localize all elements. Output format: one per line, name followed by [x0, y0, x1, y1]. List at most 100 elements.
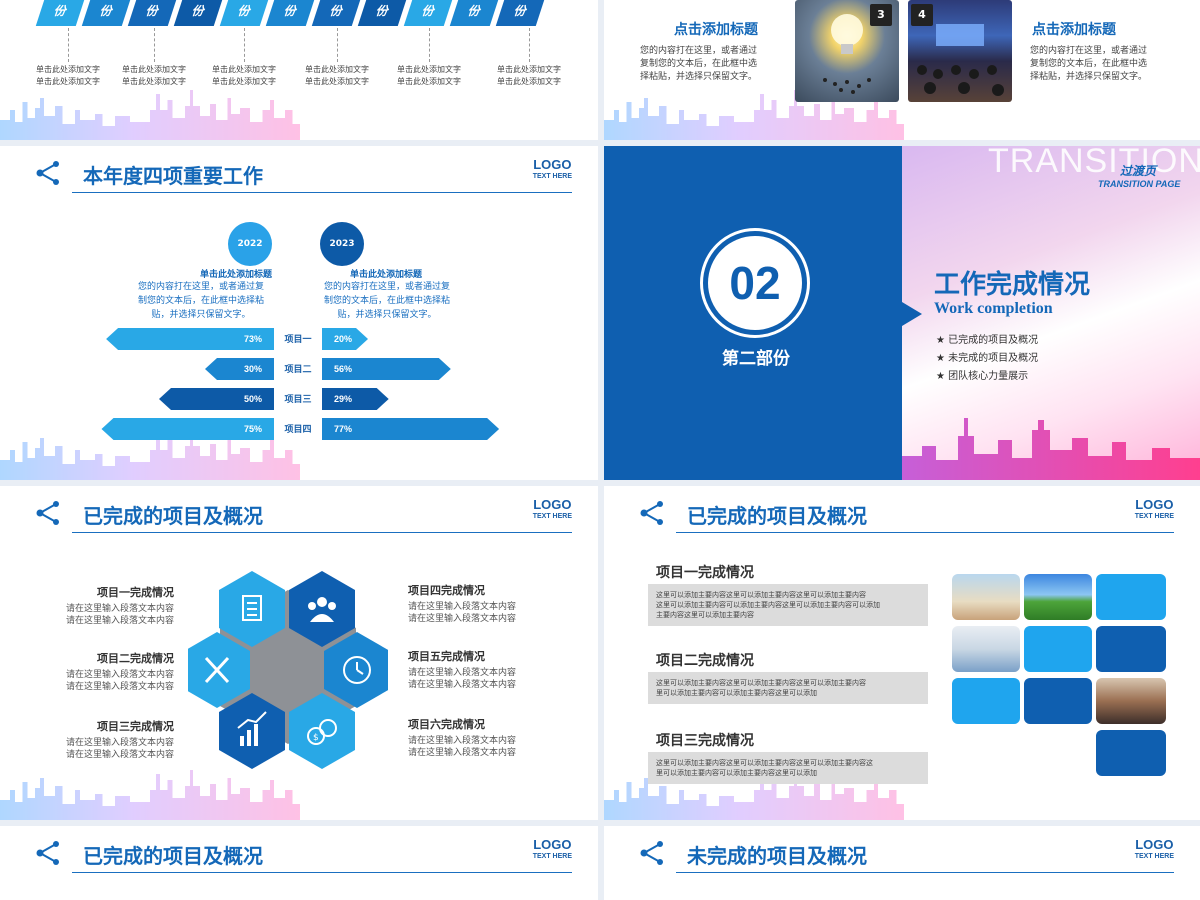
- body-line: 您的内容打在这里，或者通过复: [137, 282, 264, 292]
- item-line: 这里可以添加主要内容这里可以添加主要内容这里可以添加主要内容: [656, 679, 866, 687]
- item-title: 项目三完成情况: [97, 720, 174, 733]
- right-item-1: 项目四完成情况 请在这里输入段落文本内容 请在这里输入段落文本内容: [408, 582, 548, 625]
- section-title-cn: 工作完成情况: [934, 270, 1091, 300]
- item-1: 项目一完成情况 这里可以添加主要内容这里可以添加主要内容这里可以添加主要内容 这里可…: [648, 562, 928, 626]
- right-item-3: 项目六完成情况 请在这里输入段落文本内容 请在这里输入段落文本内容: [408, 716, 548, 759]
- caption-text: 单击此处添加文字: [212, 65, 276, 74]
- network-nodes-icon: [34, 158, 64, 188]
- value-label-2023: 20%: [334, 334, 352, 344]
- caption-connector: [244, 28, 245, 62]
- right-body-line: 复制您的文本后，在此框中选: [1030, 59, 1148, 69]
- body-2023: 您的内容打在这里，或者通过复 制您的文本后，在此框中选择粘 贴，并选择只保留文字。: [320, 280, 454, 322]
- slide-title: 已完成的项目及概况: [83, 504, 263, 528]
- item-line: 请在这里输入段落文本内容: [65, 604, 174, 614]
- svg-text:$: $: [313, 733, 319, 743]
- left-body-line: 择粘贴，并选择只保留文字。: [640, 72, 758, 82]
- item-3: 项目三完成情况这里可以添加主要内容这里可以添加主要内容这里可以添加主要内容这 里可…: [648, 730, 928, 784]
- caption-text: 单击此处添加文字: [305, 65, 369, 74]
- photo-office: [1096, 678, 1166, 724]
- item-2: 项目二完成情况 这里可以添加主要内容这里可以添加主要内容这里可以添加主要内容 里可以…: [648, 650, 928, 704]
- subtitle-2023: 单击此处添加标题: [349, 270, 422, 280]
- right-body-line: 择粘贴，并选择只保留文字。: [1030, 72, 1148, 82]
- tile-blue-6: [1096, 730, 1166, 776]
- category-label: 项目四: [284, 424, 311, 435]
- parallelogram-1: 份: [35, 0, 85, 26]
- photo-meeting: [952, 626, 1020, 672]
- photo-beach: [952, 574, 1020, 620]
- caption-text: 单击此处添加文字: [36, 77, 100, 86]
- item-line: 请在这里输入段落文本内容: [65, 682, 174, 692]
- item-title: 项目三完成情况: [656, 733, 754, 749]
- body-line: 制您的文本后，在此框中选择粘: [137, 296, 264, 306]
- network-nodes-icon: [638, 838, 668, 868]
- slide-7[interactable]: 已完成的项目及概况 LOGO TEXT HERE: [0, 826, 598, 900]
- body-line: 您的内容打在这里，或者通过复: [323, 282, 450, 292]
- body-2022: 您的内容打在这里，或者通过复 制您的文本后，在此框中选择粘 贴，并选择只保留文字。: [130, 280, 272, 322]
- item-title: 项目二完成情况: [97, 652, 174, 665]
- logo: LOGO TEXT HERE: [532, 837, 572, 860]
- item-body: 这里可以添加主要内容这里可以添加主要内容这里可以添加主要内容 里可以添加主要内容可…: [648, 672, 928, 704]
- year-badge-2023: 2023: [320, 222, 364, 266]
- slide-1[interactable]: 份份份份份份份份份份份 单击此处添加文字 单击此处添加文字 单击此处添加文字 单击此处…: [0, 0, 598, 140]
- hexagon-cluster: $: [188, 571, 388, 769]
- number-circle: 02: [708, 236, 802, 330]
- caption-connector: [68, 28, 69, 62]
- category-label: 项目二: [284, 364, 311, 375]
- item-title: 项目一完成情况: [97, 586, 174, 599]
- right-body-line: 您的内容打在这里，或者通过: [1030, 46, 1148, 56]
- item-line: 请在这里输入段落文本内容: [408, 614, 517, 624]
- slide-title: 未完成的项目及概况: [687, 844, 867, 868]
- network-nodes-icon: [34, 498, 64, 528]
- item-line: 主要内容这里可以添加主要内容: [656, 611, 754, 619]
- body-line: 制您的文本后，在此框中选择粘: [323, 296, 450, 306]
- slide-4[interactable]: TRANSITION 过渡页 TRANSITION PAGE 02 第二部份 工…: [604, 146, 1200, 480]
- tile-blue-2: [1024, 626, 1092, 672]
- slide-3[interactable]: 本年度四项重要工作 LOGO TEXT HERE 2022 2023 单击此处添加…: [0, 146, 598, 480]
- item-line: 请在这里输入段落文本内容: [408, 736, 517, 746]
- parallelogram-8: 份: [357, 0, 407, 26]
- item-line: 这里可以添加主要内容这里可以添加主要内容这里可以添加主要内容这: [656, 759, 873, 767]
- parallelogram-3: 份: [127, 0, 177, 26]
- badge-4: 4: [911, 4, 933, 26]
- parallelogram-11: 份: [495, 0, 545, 26]
- slide-8[interactable]: 未完成的项目及概况 LOGO TEXT HERE: [604, 826, 1200, 900]
- item-line: 请在这里输入段落文本内容: [65, 738, 174, 748]
- item-line: 请在这里输入段落文本内容: [65, 670, 174, 680]
- header-rule: [72, 872, 572, 873]
- caption-text: 单击此处添加文字: [497, 65, 561, 74]
- slide-header: 已完成的项目及概况 LOGO TEXT HERE: [0, 826, 598, 876]
- value-label-2023: 77%: [334, 424, 352, 434]
- caption-connector: [154, 28, 155, 62]
- parallelogram-7: 份: [311, 0, 361, 26]
- parallelogram-5: 份: [219, 0, 269, 26]
- left-item-1: 项目一完成情况请在这里输入段落文本内容 请在这里输入段落文本内容: [40, 584, 174, 627]
- parallelogram-row: 份份份份份份份份份份份: [35, 0, 560, 28]
- right-body: 您的内容打在这里，或者通过 复制您的文本后，在此框中选 择粘贴，并选择只保留文字。: [1030, 45, 1180, 84]
- item-title: 项目六完成情况: [408, 718, 485, 731]
- transition-tag-en: TRANSITION PAGE: [1098, 179, 1181, 189]
- left-body: 您的内容打在这里，或者通过 复制您的文本后，在此框中选 择粘贴，并选择只保留文字。: [640, 45, 790, 84]
- slide-title: 已完成的项目及概况: [83, 844, 263, 868]
- tile-blue-3: [1096, 626, 1166, 672]
- item-line: 请在这里输入段落文本内容: [65, 616, 174, 626]
- slide-5[interactable]: 已完成的项目及概况 LOGO TEXT HERE 项目一完成情况请在这里输入段落文…: [0, 486, 598, 820]
- item-body: 这里可以添加主要内容这里可以添加主要内容这里可以添加主要内容这里可以添加主要内容…: [648, 752, 928, 784]
- logo: LOGO TEXT HERE: [1134, 497, 1174, 520]
- caption-row: 单击此处添加文字 单击此处添加文字 单击此处添加文字 单击此处添加文字 单击此处添加文字…: [0, 28, 598, 94]
- parallelogram-10: 份: [449, 0, 499, 26]
- network-nodes-icon: [34, 838, 64, 868]
- slide-header: 已完成的项目及概况 LOGO TEXT HERE: [0, 486, 598, 536]
- caption-text: 单击此处添加文字: [122, 77, 186, 86]
- slide-2[interactable]: 点击添加标题 您的内容打在这里，或者通过 复制您的文本后，在此框中选 择粘贴，并选择…: [604, 0, 1200, 140]
- subtitle-2022: 单击此处添加标题: [199, 270, 272, 280]
- bullet-item: ★ 团队核心力量展示: [936, 371, 1029, 382]
- item-body: 这里可以添加主要内容这里可以添加主要内容这里可以添加主要内容这里可以添加主要内容…: [648, 584, 928, 626]
- network-nodes-icon: [638, 498, 668, 528]
- left-item-3: 项目三完成情况 请在这里输入段落文本内容 请在这里输入段落文本内容: [40, 718, 174, 761]
- slide-header: 本年度四项重要工作 LOGO TEXT HERE: [0, 146, 598, 196]
- slide-6[interactable]: 已完成的项目及概况 LOGO TEXT HERE 项目一完成情况 这里可以添加主要内…: [604, 486, 1200, 820]
- photo-landscape: [1024, 574, 1092, 620]
- tile-blue-5: [1024, 678, 1092, 724]
- value-label-2023: 56%: [334, 364, 352, 374]
- year-badge-2022: 2022: [228, 222, 272, 266]
